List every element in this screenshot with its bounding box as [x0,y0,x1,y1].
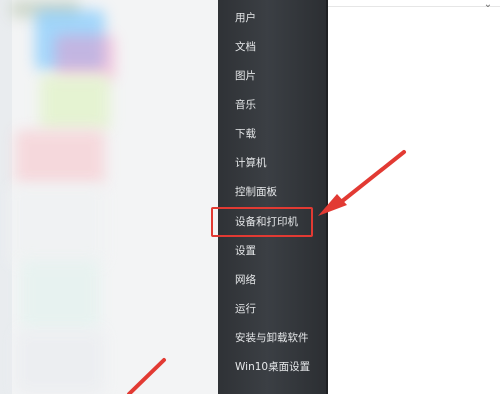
right-white-area [328,0,500,394]
highlight-box [211,207,313,237]
menu-item-music[interactable]: 音乐 [218,95,328,115]
menu-item-documents[interactable]: 文档 [218,37,328,57]
menu-item-win10-desktop[interactable]: Win10桌面设置 [218,357,328,377]
start-menu-panel: 用户 文档 图片 音乐 下载 计算机 控制面板 设备和打印机 设置 网络 运行 … [218,0,328,394]
chevron-down-icon[interactable]: ⌄ [482,0,494,11]
menu-item-computer[interactable]: 计算机 [218,153,328,173]
menu-item-control-panel[interactable]: 控制面板 [218,182,328,202]
menu-item-network[interactable]: 网络 [218,270,328,290]
blurred-app-icon [40,75,110,130]
blurred-app-icon [55,35,115,80]
menu-item-user[interactable]: 用户 [218,8,328,28]
program-list-blurred [0,0,218,394]
menu-item-run[interactable]: 运行 [218,299,328,319]
blurred-app-icon [15,130,105,185]
menu-item-pictures[interactable]: 图片 [218,66,328,86]
blurred-app-icon [10,185,105,265]
menu-item-settings[interactable]: 设置 [218,241,328,261]
menu-item-install-uninstall[interactable]: 安装与卸载软件 [218,328,328,348]
menu-item-downloads[interactable]: 下载 [218,124,328,144]
blurred-app-icon [15,330,105,394]
top-divider [328,6,500,7]
blurred-app-icon [20,260,100,330]
